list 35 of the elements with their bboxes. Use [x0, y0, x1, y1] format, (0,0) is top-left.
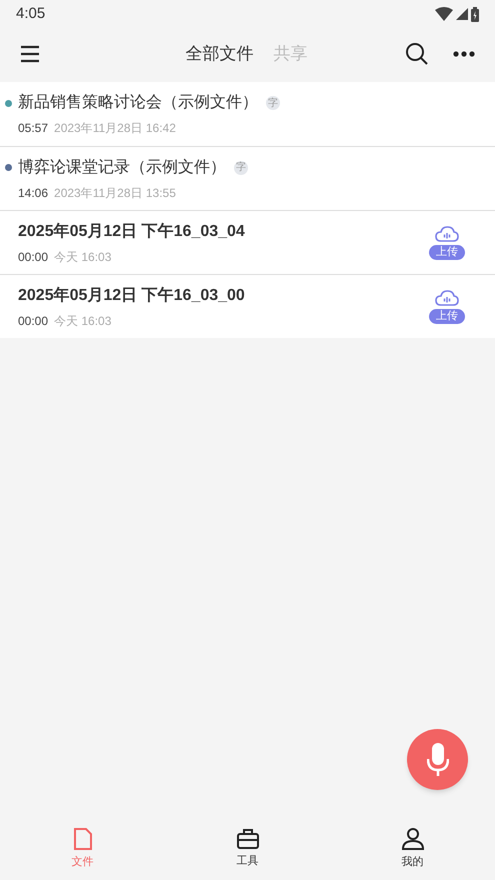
file-title: 新品销售策略讨论会（示例文件） [18, 92, 258, 113]
file-row[interactable]: 博弈论课堂记录（示例文件） 字 14:06 2023年11月28日 13:55 [0, 146, 495, 210]
file-title: 博弈论课堂记录（示例文件） [18, 157, 226, 178]
cloud-upload-icon[interactable] [435, 290, 459, 306]
file-title: 2025年05月12日 下午16_03_00 [18, 286, 245, 306]
nav-tab[interactable]: 我的 [330, 828, 495, 870]
cloud-upload-icon[interactable] [435, 226, 459, 242]
file-date: 2023年11月28日 16:42 [54, 120, 176, 137]
transcript-badge: 字 [234, 160, 248, 174]
file-date: 今天 16:03 [54, 248, 112, 266]
file-date: 2023年11月28日 13:55 [54, 184, 176, 202]
more-icon[interactable] [453, 51, 475, 57]
battery-icon [471, 6, 479, 22]
search-icon[interactable] [405, 42, 429, 66]
menu-icon[interactable] [20, 45, 40, 63]
wifi-icon [435, 7, 453, 21]
transcript-badge: 字 [266, 96, 280, 110]
file-row[interactable]: 2025年05月12日 下午16_03_04 00:00 今天 16:03 上传 [0, 210, 495, 274]
file-duration: 00:00 [18, 248, 48, 266]
record-button[interactable] [407, 729, 468, 790]
microphone-icon [426, 742, 448, 776]
file-duration: 14:06 [18, 184, 48, 202]
file-title: 2025年05月12日 下午16_03_04 [18, 222, 245, 242]
file-row[interactable]: 新品销售策略讨论会（示例文件） 字 05:57 2023年11月28日 16:42 [0, 82, 495, 146]
status-time: 4:05 [16, 4, 46, 24]
signal-icon [456, 8, 468, 20]
header-tab[interactable]: 全部文件 [186, 41, 254, 67]
toolbox-icon [236, 828, 258, 849]
file-duration: 00:00 [18, 312, 48, 330]
file-duration: 05:57 [18, 120, 48, 137]
nav-tab[interactable]: 工具 [165, 828, 330, 870]
file-date: 今天 16:03 [54, 312, 112, 330]
file-row[interactable]: 2025年05月12日 下午16_03_00 00:00 今天 16:03 上传 [0, 274, 495, 338]
person-icon [402, 828, 424, 850]
file-icon [72, 828, 92, 850]
